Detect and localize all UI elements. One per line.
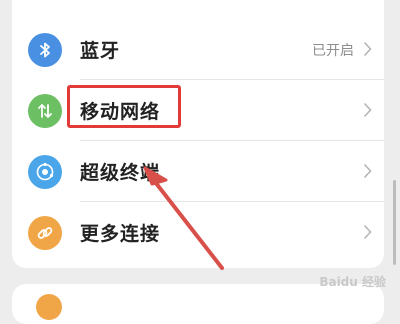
watermark: Baidu 经验 xyxy=(319,275,386,289)
annotation-arrow xyxy=(143,166,224,270)
